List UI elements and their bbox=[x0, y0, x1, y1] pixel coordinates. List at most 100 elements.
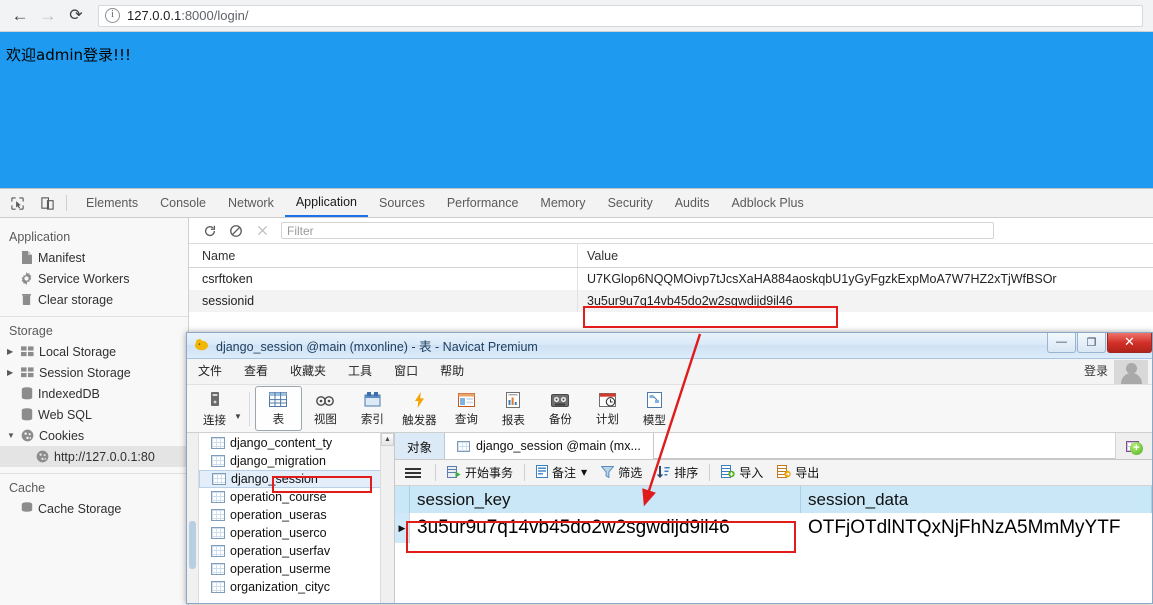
sidebar-item-web-sql[interactable]: Web SQL bbox=[0, 404, 188, 425]
toolbar-label: 筛选 bbox=[618, 466, 643, 480]
table-row[interactable]: sessionid 3u5ur9u7q14vb45do2w2sgwdijd9il… bbox=[189, 290, 1153, 312]
menu-help[interactable]: 帮助 bbox=[429, 359, 475, 384]
connection-dropdown-caret-icon[interactable]: ▼ bbox=[234, 396, 242, 421]
sidebar-item-cache-storage[interactable]: Cache Storage bbox=[0, 498, 188, 519]
table-row[interactable]: ▶ 3u5ur9u7q14vb45do2w2sgwdijd9il46 OTFjO… bbox=[395, 513, 1152, 543]
login-link[interactable]: 登录 bbox=[1084, 359, 1108, 384]
refresh-icon[interactable] bbox=[197, 220, 223, 242]
sidebar-item-local-storage[interactable]: ▶ Local Storage bbox=[0, 341, 188, 362]
filter-placeholder: Filter bbox=[287, 223, 314, 238]
device-toolbar-icon[interactable] bbox=[34, 190, 60, 216]
chevron-down-icon[interactable]: ▼ bbox=[7, 431, 17, 440]
export-button[interactable]: 导出 bbox=[770, 462, 826, 484]
list-item[interactable]: operation_userco bbox=[199, 524, 394, 542]
table-list-scrollbar[interactable]: ▲ ▼ bbox=[380, 433, 394, 603]
address-bar[interactable]: i 127.0.0.1:8000/login/ bbox=[98, 4, 1143, 27]
delete-selected-icon[interactable] bbox=[249, 220, 275, 242]
tab-console[interactable]: Console bbox=[149, 189, 217, 217]
cell-session-key[interactable]: 3u5ur9u7q14vb45do2w2sgwdijd9il46 bbox=[410, 513, 801, 543]
navicat-ribbon-toolbar: 连接 ▼ 表 视图 索引 触发器 查询 报表 备份 计划 模型 bbox=[187, 385, 1152, 433]
list-item[interactable]: organization_cityc bbox=[199, 578, 394, 596]
column-header-name[interactable]: Name bbox=[189, 244, 578, 267]
table-list: django_content_ty django_migration djang… bbox=[199, 433, 394, 603]
ribbon-report-button[interactable]: 报表 bbox=[490, 386, 537, 431]
table-name: operation_course bbox=[230, 490, 327, 504]
tab-performance[interactable]: Performance bbox=[436, 189, 530, 217]
chevron-down-icon[interactable]: ▼ bbox=[581, 468, 587, 477]
ribbon-trigger-button[interactable]: 触发器 bbox=[396, 386, 443, 431]
list-item[interactable]: django_content_ty bbox=[199, 434, 394, 452]
cell-session-data[interactable]: OTFjOTdlNTQxNjFhNzA5MmMyYTF bbox=[801, 513, 1152, 543]
column-header-session-data[interactable]: session_data bbox=[801, 486, 1152, 513]
user-avatar-icon[interactable] bbox=[1114, 360, 1148, 384]
forward-icon[interactable]: → bbox=[34, 2, 62, 30]
tab-adblock-plus[interactable]: Adblock Plus bbox=[720, 189, 814, 217]
sidebar-item-indexeddb[interactable]: IndexedDB bbox=[0, 383, 188, 404]
tab-sources[interactable]: Sources bbox=[368, 189, 436, 217]
list-item-django-session[interactable]: django_session bbox=[199, 470, 394, 488]
minimize-button[interactable]: — bbox=[1047, 333, 1076, 353]
site-info-icon[interactable]: i bbox=[105, 8, 120, 23]
sidebar-item-session-storage[interactable]: ▶ Session Storage bbox=[0, 362, 188, 383]
table-icon bbox=[211, 527, 225, 539]
hamburger-icon[interactable] bbox=[403, 467, 431, 478]
sidebar-item-clear-storage[interactable]: Clear storage bbox=[0, 289, 188, 310]
menu-tools[interactable]: 工具 bbox=[337, 359, 383, 384]
toolbar-divider bbox=[435, 464, 436, 481]
menu-view[interactable]: 查看 bbox=[233, 359, 279, 384]
sidebar-item-manifest[interactable]: Manifest bbox=[0, 247, 188, 268]
filter-button[interactable]: 筛选 bbox=[594, 462, 649, 484]
inspect-element-icon[interactable] bbox=[4, 190, 30, 216]
list-item[interactable]: operation_userme bbox=[199, 560, 394, 578]
menu-file[interactable]: 文件 bbox=[187, 359, 233, 384]
sidebar-item-service-workers[interactable]: Service Workers bbox=[0, 268, 188, 289]
view-icon bbox=[315, 393, 335, 410]
scroll-up-icon[interactable]: ▲ bbox=[381, 433, 394, 446]
navicat-titlebar[interactable]: django_session @main (mxonline) - 表 - Na… bbox=[187, 333, 1152, 359]
begin-transaction-button[interactable]: 开始事务 bbox=[440, 462, 520, 484]
table-row[interactable]: csrftoken U7KGlop6NQQMOivp7tJcsXaHA884ao… bbox=[189, 268, 1153, 290]
ribbon-connection-button[interactable]: 连接 bbox=[191, 386, 238, 431]
import-button[interactable]: 导入 bbox=[714, 462, 770, 484]
ribbon-query-button[interactable]: 查询 bbox=[443, 386, 490, 431]
ribbon-schedule-button[interactable]: 计划 bbox=[584, 386, 631, 431]
tab-django-session[interactable]: django_session @main (mx... bbox=[445, 433, 654, 459]
web-page-viewport: 欢迎admin登录!!! bbox=[0, 32, 1153, 188]
list-item[interactable]: operation_course bbox=[199, 488, 394, 506]
add-tab-icon[interactable]: + bbox=[1115, 433, 1152, 459]
ribbon-table-button[interactable]: 表 bbox=[254, 386, 302, 431]
tab-security[interactable]: Security bbox=[597, 189, 664, 217]
tab-network[interactable]: Network bbox=[217, 189, 285, 217]
ribbon-index-button[interactable]: 索引 bbox=[349, 386, 396, 431]
list-item[interactable]: django_migration bbox=[199, 452, 394, 470]
filter-input[interactable]: Filter bbox=[281, 222, 994, 239]
tab-elements[interactable]: Elements bbox=[75, 189, 149, 217]
list-item[interactable]: operation_useras bbox=[199, 506, 394, 524]
tab-application[interactable]: Application bbox=[284, 189, 368, 217]
note-button[interactable]: 备注 ▼ bbox=[529, 462, 594, 484]
pane-scrollbar[interactable] bbox=[187, 433, 199, 603]
chevron-right-icon[interactable]: ▶ bbox=[7, 347, 17, 356]
tab-memory[interactable]: Memory bbox=[529, 189, 596, 217]
tab-objects[interactable]: 对象 bbox=[395, 433, 446, 459]
reload-icon[interactable]: ⟳ bbox=[62, 2, 90, 30]
sidebar-item-cookies[interactable]: ▼ Cookies bbox=[0, 425, 188, 446]
column-header-session-key[interactable]: session_key bbox=[410, 486, 801, 513]
ribbon-model-button[interactable]: 模型 bbox=[631, 386, 678, 431]
menu-window[interactable]: 窗口 bbox=[383, 359, 429, 384]
tab-audits[interactable]: Audits bbox=[664, 189, 721, 217]
ribbon-backup-button[interactable]: 备份 bbox=[537, 386, 584, 431]
back-icon[interactable]: ← bbox=[6, 2, 34, 30]
clear-all-icon[interactable] bbox=[223, 220, 249, 242]
cookie-value: U7KGlop6NQQMOivp7tJcsXaHA884aoskqbU1yGyF… bbox=[587, 272, 1057, 286]
maximize-button[interactable]: ❐ bbox=[1077, 333, 1106, 353]
table-name: organization_cityc bbox=[230, 580, 331, 594]
close-button[interactable]: ✕ bbox=[1107, 333, 1152, 353]
menu-favorites[interactable]: 收藏夹 bbox=[279, 359, 337, 384]
column-header-value[interactable]: Value bbox=[578, 249, 1153, 263]
chevron-right-icon[interactable]: ▶ bbox=[7, 368, 17, 377]
list-item[interactable]: operation_userfav bbox=[199, 542, 394, 560]
sort-button[interactable]: 排序 bbox=[649, 462, 705, 484]
ribbon-view-button[interactable]: 视图 bbox=[302, 386, 349, 431]
sidebar-item-cookie-origin[interactable]: http://127.0.0.1:80 bbox=[0, 446, 188, 467]
